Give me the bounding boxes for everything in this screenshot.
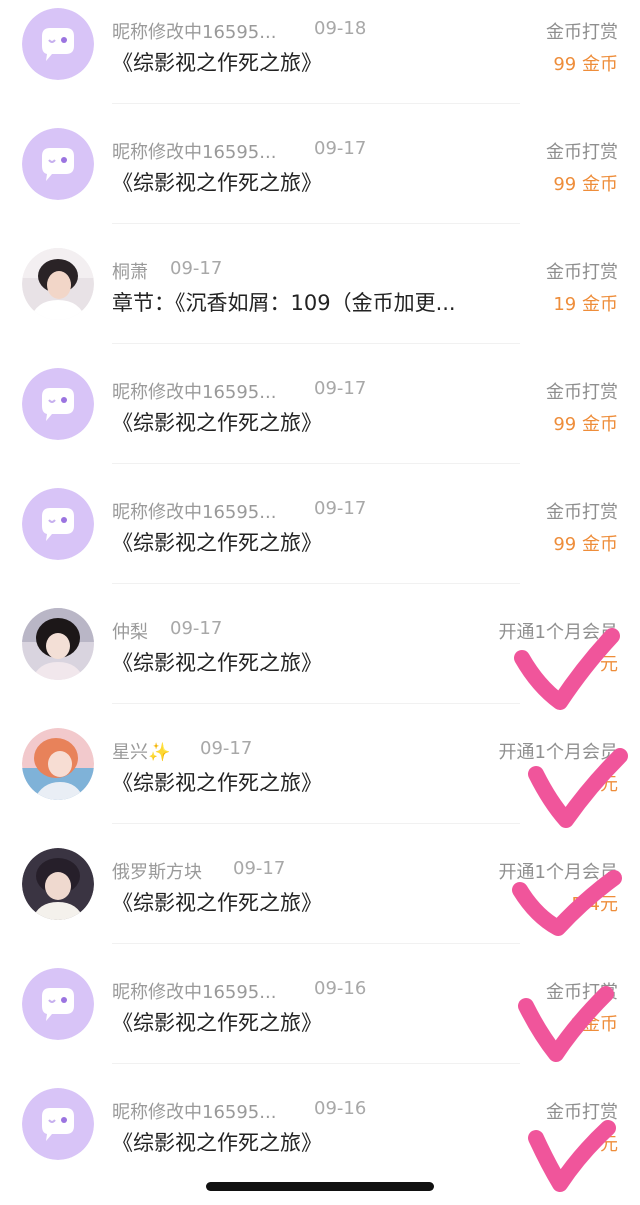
tip-amount: 19 金币 <box>553 294 618 315</box>
tip-record-row[interactable]: 昵称修改中16595... 09-17 《综影视之作死之旅》 金币打赏 99 金… <box>0 104 640 224</box>
tip-record-row[interactable]: 昵称修改中16595... 09-18 《综影视之作死之旅》 金币打赏 99 金… <box>0 0 640 104</box>
tip-record-list[interactable]: 昵称修改中16595... 09-18 《综影视之作死之旅》 金币打赏 99 金… <box>0 0 640 1205</box>
tip-date: 09-17 <box>233 858 286 879</box>
default-avatar-icon[interactable] <box>22 368 94 440</box>
tip-record-row[interactable]: 昵称修改中16595... 09-17 《综影视之作死之旅》 金币打赏 99 金… <box>0 464 640 584</box>
book-title: 《综影视之作死之旅》 <box>112 651 322 675</box>
user-name: 昵称修改中16595... <box>112 982 277 1003</box>
home-indicator[interactable] <box>206 1182 434 1191</box>
book-title: 《综影视之作死之旅》 <box>112 1131 322 1155</box>
tip-date: 09-16 <box>314 978 367 999</box>
book-title: 《综影视之作死之旅》 <box>112 771 322 795</box>
user-name: 昵称修改中16595... <box>112 142 277 163</box>
user-name: 昵称修改中16595... <box>112 382 277 403</box>
tip-date: 09-18 <box>314 18 367 39</box>
book-title: 《综影视之作死之旅》 <box>112 411 322 435</box>
user-photo-avatar[interactable] <box>22 608 94 680</box>
user-name: 昵称修改中16595... <box>112 22 277 43</box>
tip-type: 开通1个月会员 <box>498 622 618 643</box>
user-name: 昵称修改中16595... <box>112 502 277 523</box>
tip-type: 开通1个月会员 <box>498 862 618 883</box>
tip-type: 金币打赏 <box>546 382 618 403</box>
tip-type: 金币打赏 <box>546 22 618 43</box>
tip-amount: 99 金币 <box>553 54 618 75</box>
user-name: 仲梨 <box>112 622 148 643</box>
tip-record-row[interactable]: 俄罗斯方块 09-17 《综影视之作死之旅》 开通1个月会员 5.4元 <box>0 824 640 944</box>
tip-amount: 9元 <box>588 1134 618 1155</box>
tip-date: 09-16 <box>314 1098 367 1119</box>
user-photo-avatar[interactable] <box>22 848 94 920</box>
tip-type: 金币打赏 <box>546 142 618 163</box>
tip-amount: 元 <box>600 654 618 675</box>
tip-record-row[interactable]: 昵称修改中16595... 09-17 《综影视之作死之旅》 金币打赏 99 金… <box>0 344 640 464</box>
default-avatar-icon[interactable] <box>22 1088 94 1160</box>
user-name: 桐萧 <box>112 262 148 283</box>
tip-date: 09-17 <box>170 618 223 639</box>
tip-date: 09-17 <box>314 138 367 159</box>
tip-date: 09-17 <box>200 738 253 759</box>
default-avatar-icon[interactable] <box>22 488 94 560</box>
tip-amount: 5.4元 <box>571 894 618 915</box>
tip-record-row[interactable]: 桐萧 09-17 章节：《沉香如屑：109（金币加更... 金币打赏 19 金币 <box>0 224 640 344</box>
tip-amount: 99 金币 <box>553 174 618 195</box>
tip-record-row[interactable]: 昵称修改中16595... 09-16 《综影视之作死之旅》 金币打赏 9金币 <box>0 944 640 1064</box>
default-avatar-icon[interactable] <box>22 128 94 200</box>
tip-record-row[interactable]: 星兴✨ 09-17 《综影视之作死之旅》 开通1个月会员 元 <box>0 704 640 824</box>
tip-record-row[interactable]: 昵称修改中16595... 09-16 《综影视之作死之旅》 金币打赏 9元 <box>0 1064 640 1184</box>
book-title: 《综影视之作死之旅》 <box>112 891 322 915</box>
tip-amount: 99 金币 <box>553 414 618 435</box>
user-name: 星兴✨ <box>112 742 171 763</box>
tip-date: 09-17 <box>170 258 223 279</box>
default-avatar-icon[interactable] <box>22 8 94 80</box>
tip-amount: 99 金币 <box>553 534 618 555</box>
user-photo-avatar[interactable] <box>22 248 94 320</box>
tip-type: 金币打赏 <box>546 982 618 1003</box>
book-title: 章节：《沉香如屑：109（金币加更... <box>112 291 456 315</box>
tip-type: 金币打赏 <box>546 502 618 523</box>
tip-record-row[interactable]: 仲梨 09-17 《综影视之作死之旅》 开通1个月会员 元 <box>0 584 640 704</box>
book-title: 《综影视之作死之旅》 <box>112 51 322 75</box>
tip-date: 09-17 <box>314 498 367 519</box>
default-avatar-icon[interactable] <box>22 968 94 1040</box>
book-title: 《综影视之作死之旅》 <box>112 531 322 555</box>
tip-amount: 9金币 <box>570 1014 618 1035</box>
user-name: 昵称修改中16595... <box>112 1102 277 1123</box>
tip-type: 金币打赏 <box>546 1102 618 1123</box>
tip-type: 开通1个月会员 <box>498 742 618 763</box>
tip-date: 09-17 <box>314 378 367 399</box>
tip-type: 金币打赏 <box>546 262 618 283</box>
user-name: 俄罗斯方块 <box>112 862 202 883</box>
user-photo-avatar[interactable] <box>22 728 94 800</box>
book-title: 《综影视之作死之旅》 <box>112 1011 322 1035</box>
book-title: 《综影视之作死之旅》 <box>112 171 322 195</box>
tip-amount: 元 <box>600 774 618 795</box>
